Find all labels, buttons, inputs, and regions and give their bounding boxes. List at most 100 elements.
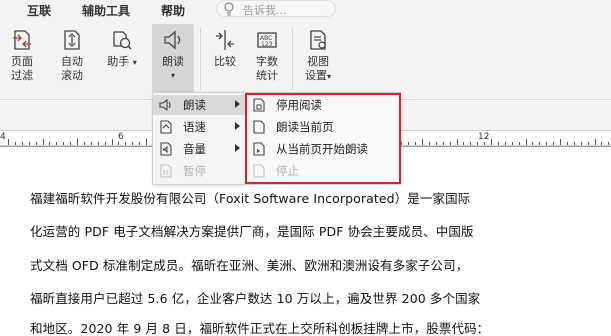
- ruler-tick: [428, 142, 430, 145]
- menu-item-label: 音量: [183, 142, 206, 156]
- ruler-tick: [14, 142, 16, 145]
- ruler-tick: [601, 142, 603, 145]
- ruler-tick: [511, 142, 513, 145]
- ruler-tick: [608, 142, 610, 145]
- ruler-tick: [21, 142, 23, 145]
- submenu-arrow-icon: [235, 122, 240, 130]
- ruler-tick: [566, 142, 568, 145]
- word-count-button[interactable]: ABC 123 字数 统计: [247, 24, 287, 96]
- submenu-item-stop-reading[interactable]: 停用阅读: [246, 95, 400, 115]
- submenu-item-label: 朗读当前页: [276, 120, 334, 134]
- volume-icon: [160, 142, 172, 156]
- tell-me-search-box[interactable]: 告诉我...: [216, 0, 336, 17]
- ruler-tick: [442, 142, 444, 145]
- menu-item-speed[interactable]: 语速: [153, 117, 245, 137]
- word-count-label-2: 统计: [256, 69, 278, 82]
- ruler-tick: [415, 142, 417, 145]
- word-count-label-1: 字数: [256, 55, 278, 68]
- ruler-tick: [573, 142, 575, 145]
- ruler-tick: [477, 142, 479, 145]
- ribbon-separator: [292, 28, 293, 90]
- ruler-tick: [28, 142, 30, 145]
- ruler-tick: [560, 139, 561, 145]
- ruler-tick: [463, 142, 465, 145]
- submenu-arrow-icon: [235, 144, 240, 152]
- ruler-tick: [539, 142, 541, 145]
- ruler-tick: [456, 139, 458, 145]
- search-placeholder: 告诉我...: [243, 4, 287, 17]
- read-aloud-label: 朗读: [162, 55, 184, 68]
- ruler-tick: [484, 142, 486, 145]
- ruler-tick: [132, 142, 134, 145]
- ruler-tick: [532, 142, 534, 145]
- ruler-tick: [42, 139, 44, 145]
- ruler-tick: [90, 142, 92, 145]
- pages-icon: [253, 142, 265, 156]
- view-settings-button[interactable]: 视图 设置▾: [298, 24, 338, 96]
- ruler-tick: [104, 142, 106, 145]
- menu-item-read[interactable]: 朗读: [153, 95, 245, 115]
- ruler-tick: [139, 142, 141, 145]
- ruler-tick: [111, 139, 113, 145]
- ruler-tick: [553, 142, 555, 145]
- tab-connect[interactable]: 互联: [27, 2, 51, 19]
- speed-icon: [160, 120, 172, 134]
- tab-help[interactable]: 帮助: [161, 2, 185, 19]
- ruler-tick: [49, 142, 51, 145]
- page-filter-icon: [13, 30, 31, 50]
- view-settings-label-2: 设置▾: [304, 69, 331, 82]
- ruler-tick: [470, 142, 472, 145]
- submenu-item-label: 停止: [276, 164, 299, 178]
- word-count-icon: ABC 123: [257, 32, 277, 48]
- menu-item-label: 语速: [183, 120, 206, 134]
- menu-item-volume[interactable]: 音量: [153, 139, 245, 159]
- auto-scroll-label-1: 自动: [61, 55, 83, 68]
- document-line: 式文档 OFD 标准制定成员。福昕在亚洲、美洲、欧洲和澳洲设有多家子公司，: [30, 258, 469, 273]
- auto-scroll-label-2: 滚动: [61, 69, 83, 82]
- lightbulb-icon: [224, 2, 234, 16]
- speaker-icon: [164, 30, 181, 50]
- ruler-tick: [525, 139, 527, 145]
- ruler-tick: [118, 142, 120, 145]
- ruler-tick: [594, 139, 596, 145]
- ruler-tick: [70, 142, 72, 145]
- ruler-tick: [125, 142, 127, 145]
- assistant-button[interactable]: 助手 ▾: [102, 24, 142, 96]
- ruler-tick: [146, 139, 147, 145]
- submenu-item-read-from-current-page[interactable]: 从当前页开始朗读: [246, 139, 400, 159]
- speaker-icon: [159, 98, 171, 112]
- ruler-tick: [422, 139, 423, 145]
- read-aloud-button[interactable]: 朗读 ▾: [152, 24, 194, 96]
- assistant-icon: [113, 31, 132, 50]
- document-line: 福建福昕软件开发股份有限公司（Foxit Software Incorporat…: [30, 191, 471, 206]
- page-icon: [253, 120, 265, 134]
- ruler-tick: [491, 139, 492, 145]
- page-filter-button[interactable]: 页面 过滤: [2, 24, 42, 96]
- compare-icon: [216, 30, 234, 50]
- read-submenu: 停用阅读 朗读当前页 从当前页开始朗读 停止: [245, 92, 401, 185]
- ruler-tick: [35, 142, 37, 145]
- compare-label: 比较: [214, 55, 236, 68]
- read-aloud-menu: 朗读 语速 音量 暂停: [152, 92, 246, 185]
- ruler-label: 12: [478, 132, 490, 142]
- ruler-tick: [504, 142, 506, 145]
- menu-tab-bar: 互联 辅助工具 帮助 告诉我...: [0, 0, 611, 20]
- pause-icon: [160, 164, 172, 178]
- ruler-tick: [518, 142, 520, 145]
- auto-scroll-button[interactable]: 自动 滚动: [52, 24, 92, 96]
- compare-button[interactable]: 比较: [205, 24, 245, 96]
- ruler-tick: [546, 142, 548, 145]
- ruler-tick: [449, 142, 451, 145]
- tab-accessibility-tools[interactable]: 辅助工具: [82, 2, 130, 19]
- ruler-tick: [83, 142, 85, 145]
- document-line: 化运营的 PDF 电子文档解决方案提供厂商，是国际 PDF 协会主要成员、中国版: [30, 224, 474, 239]
- ruler-tick: [435, 142, 437, 145]
- document-line: 福昕直接用户已超过 5.6 亿，企业客户数达 10 万以上，遍及世界 200 多…: [30, 291, 481, 306]
- ruler-tick: [401, 142, 403, 145]
- svg-text:123: 123: [261, 41, 273, 48]
- ruler-label: 4: [0, 132, 6, 142]
- ruler-tick: [8, 139, 9, 145]
- ribbon-separator: [200, 28, 201, 90]
- auto-scroll-icon: [64, 30, 80, 50]
- submenu-item-read-current-page[interactable]: 朗读当前页: [246, 117, 400, 137]
